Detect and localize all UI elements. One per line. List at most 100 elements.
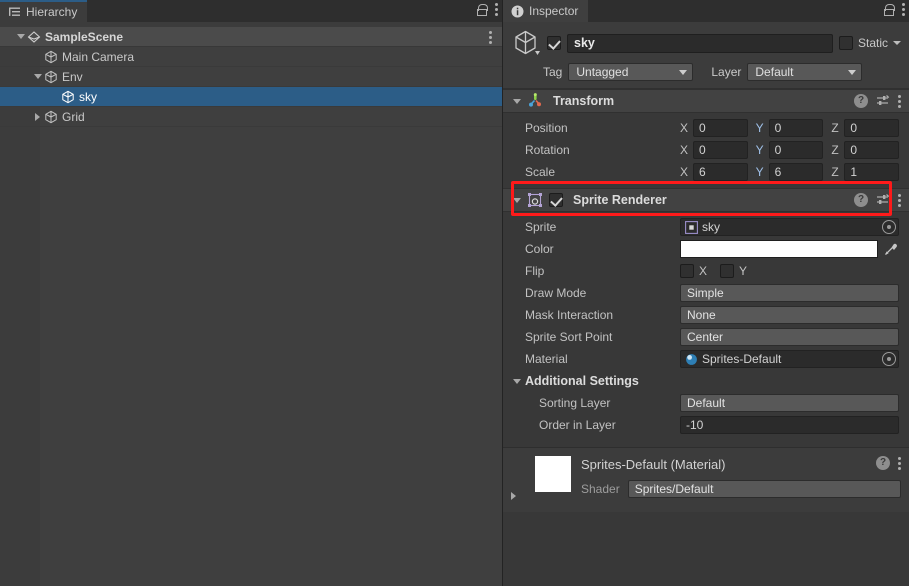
property-row-flip: Flip X Y — [503, 260, 909, 282]
property-row-color: Color — [503, 238, 909, 260]
property-row-rotation: Rotation X 0 Y 0 Z 0 — [503, 139, 909, 161]
shader-value: Sprites/Default — [634, 482, 714, 496]
component-enabled-checkbox[interactable] — [549, 193, 563, 207]
position-z-input[interactable]: 0 — [844, 119, 900, 137]
hierarchy-row-main-camera[interactable]: Main Camera — [0, 47, 502, 67]
object-picker-icon[interactable] — [882, 220, 896, 234]
preset-icon[interactable] — [876, 94, 890, 108]
tag-dropdown[interactable]: Untagged — [568, 63, 694, 81]
material-object-field[interactable]: Sprites-Default — [680, 350, 899, 368]
position-y-input[interactable]: 0 — [768, 119, 824, 137]
foldout-additional-settings[interactable]: Additional Settings — [503, 370, 909, 392]
chevron-right-icon — [35, 112, 40, 121]
shader-dropdown[interactable]: Sprites/Default — [627, 480, 901, 498]
property-row-scale: Scale X 6 Y 6 Z 1 — [503, 161, 909, 183]
eyedropper-icon[interactable] — [883, 241, 899, 257]
color-swatch-field[interactable] — [680, 240, 878, 258]
hierarchy-row-twisty[interactable] — [31, 67, 44, 87]
material-sphere-icon — [685, 353, 698, 366]
hierarchy-tab-buttons — [477, 3, 498, 16]
property-label-mask-interaction: Mask Interaction — [525, 308, 614, 322]
scene-kebab-menu-icon[interactable] — [489, 31, 492, 44]
sprite-object-field[interactable]: sky — [680, 218, 899, 236]
gameobject-header-row2: Tag Untagged Layer Default — [511, 63, 901, 81]
lock-icon[interactable] — [884, 3, 895, 16]
flip-x-label: X — [699, 264, 708, 278]
scene-icon — [27, 30, 41, 44]
scale-x-input[interactable]: 6 — [693, 163, 748, 181]
gameobject-cube-icon — [44, 50, 58, 64]
property-row-sorting-layer: Sorting Layer Default — [503, 392, 909, 414]
help-icon[interactable]: ? — [854, 94, 868, 108]
inspector-panel: Inspector sky Static Tag Untagged Layer … — [503, 0, 909, 586]
gameobject-cube-icon — [61, 90, 75, 104]
static-checkbox[interactable] — [838, 36, 853, 50]
hierarchy-row-twisty — [48, 87, 61, 107]
position-x-input[interactable]: 0 — [693, 119, 748, 137]
flip-x-checkbox[interactable] — [680, 264, 694, 278]
static-toggle-group[interactable]: Static — [838, 36, 901, 50]
scale-y-input[interactable]: 6 — [768, 163, 824, 181]
inspector-tabbar: Inspector — [503, 0, 909, 22]
hierarchy-row-env[interactable]: Env — [0, 67, 502, 87]
sprite-sort-point-dropdown[interactable]: Center — [680, 328, 899, 346]
inspector-tab-buttons — [884, 3, 905, 16]
hierarchy-row-twisty[interactable] — [14, 27, 27, 47]
axis-x-label: X — [680, 121, 689, 135]
layer-dropdown[interactable]: Default — [747, 63, 863, 81]
gameobject-cube-icon — [44, 110, 58, 124]
object-picker-icon[interactable] — [882, 352, 896, 366]
chevron-down-icon[interactable] — [513, 98, 521, 104]
rotation-x-input[interactable]: 0 — [693, 141, 748, 159]
draw-mode-dropdown[interactable]: Simple — [680, 284, 899, 302]
hierarchy-row-samplescene[interactable]: SampleScene — [0, 27, 502, 47]
kebab-menu-icon[interactable] — [902, 3, 905, 16]
kebab-menu-icon[interactable] — [495, 3, 498, 16]
kebab-menu-icon[interactable] — [898, 193, 901, 207]
scale-z-input[interactable]: 1 — [844, 163, 900, 181]
material-details: Sprites-Default (Material) Shader Sprite… — [581, 456, 901, 498]
tab-inspector[interactable]: Inspector — [503, 0, 589, 22]
sorting-layer-dropdown[interactable]: Default — [680, 394, 899, 412]
axis-y-label: Y — [755, 143, 764, 157]
property-label-rotation: Rotation — [525, 143, 570, 157]
gameobject-name-field[interactable]: sky — [567, 33, 833, 53]
flip-y-checkbox[interactable] — [720, 264, 735, 278]
property-row-mask-interaction: Mask Interaction None — [503, 304, 909, 326]
hierarchy-row-twisty[interactable] — [31, 107, 44, 127]
lock-icon[interactable] — [477, 3, 488, 16]
material-preview-row: Sprites-Default (Material) Shader Sprite… — [511, 456, 901, 502]
chevron-down-icon[interactable] — [513, 197, 521, 203]
order-in-layer-input[interactable]: -10 — [680, 416, 899, 434]
component-header-sprite-renderer[interactable]: Sprite Renderer? — [503, 188, 909, 212]
tab-hierarchy[interactable]: Hierarchy — [0, 0, 88, 22]
component-title: Transform — [553, 94, 615, 108]
property-row-sprite-sort-point: Sprite Sort Point Center — [503, 326, 909, 348]
kebab-menu-icon[interactable] — [898, 94, 901, 108]
property-row-draw-mode: Draw Mode Simple — [503, 282, 909, 304]
static-label: Static — [857, 36, 888, 50]
material-preview-buttons: ? — [876, 456, 901, 470]
draw-mode-value: Simple — [687, 286, 724, 300]
mask-interaction-dropdown[interactable]: None — [680, 306, 899, 324]
material-foldout-toggle[interactable] — [511, 456, 525, 502]
chevron-down-icon[interactable] — [893, 41, 901, 45]
gameobject-active-checkbox[interactable] — [547, 36, 561, 50]
hierarchy-icon — [8, 6, 21, 19]
rotation-y-input[interactable]: 0 — [768, 141, 824, 159]
hierarchy-row-grid[interactable]: Grid — [0, 107, 502, 127]
hierarchy-row-sky[interactable]: sky — [0, 87, 502, 107]
hierarchy-row-twisty — [31, 47, 44, 67]
mask-interaction-value: None — [687, 308, 716, 322]
rotation-z-input[interactable]: 0 — [844, 141, 900, 159]
preset-icon[interactable] — [876, 193, 890, 207]
help-icon[interactable]: ? — [854, 193, 868, 207]
layer-value: Default — [755, 65, 794, 79]
component-body-transform: Position X 0 Y 0 Z 0 Rotation X 0 Y 0 Z 0 Scale X 6 Y 6 Z 1 — [503, 113, 909, 188]
property-label-draw-mode: Draw Mode — [525, 286, 587, 300]
layer-label: Layer — [711, 65, 742, 79]
kebab-menu-icon[interactable] — [898, 456, 901, 470]
component-header-transform[interactable]: Transform? — [503, 89, 909, 113]
info-icon — [511, 5, 524, 18]
help-icon[interactable]: ? — [876, 456, 890, 470]
